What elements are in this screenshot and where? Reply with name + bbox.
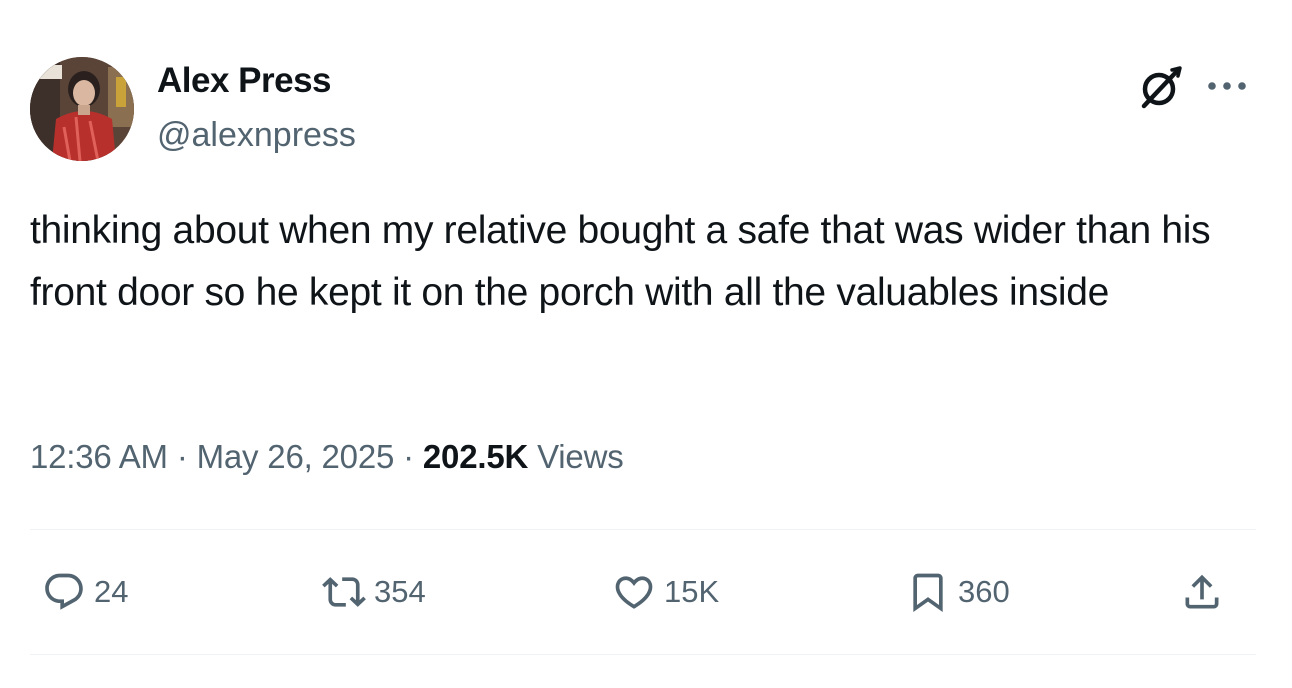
more-icon[interactable] <box>1200 66 1254 106</box>
like-count: 15K <box>664 574 720 609</box>
grok-icon[interactable] <box>1136 64 1184 112</box>
bookmark-icon <box>913 573 943 613</box>
meta-separator: · <box>403 438 414 475</box>
display-name[interactable]: Alex Press <box>157 61 332 101</box>
repost-button[interactable]: 354 <box>322 566 426 618</box>
like-button[interactable]: 15K <box>612 566 719 618</box>
views-count[interactable]: 202.5K <box>423 438 528 475</box>
repost-count: 354 <box>374 574 426 609</box>
meta-separator: · <box>176 438 188 475</box>
tweet-date[interactable]: May 26, 2025 <box>197 438 395 475</box>
bookmark-count: 360 <box>958 574 1010 609</box>
reply-count: 24 <box>94 574 129 609</box>
like-icon <box>615 576 653 609</box>
tweet-time[interactable]: 12:36 AM <box>30 438 168 475</box>
views-label: Views <box>537 438 624 475</box>
bookmark-button[interactable]: 360 <box>906 566 1010 618</box>
share-button[interactable] <box>1180 566 1224 618</box>
reply-icon <box>45 573 83 610</box>
avatar[interactable] <box>30 57 134 161</box>
share-icon <box>1185 574 1219 609</box>
reply-button[interactable]: 24 <box>42 566 128 618</box>
tweet-text: thinking about when my relative bought a… <box>30 209 1211 314</box>
tweet-card: Alex Press @alexnpress thinking about wh… <box>0 0 1292 688</box>
divider <box>30 654 1256 655</box>
user-handle[interactable]: @alexnpress <box>157 116 356 155</box>
tweet-meta: 12:36 AM · May 26, 2025 · 202.5K Views <box>30 438 624 476</box>
divider <box>30 529 1256 530</box>
repost-icon <box>322 577 366 607</box>
